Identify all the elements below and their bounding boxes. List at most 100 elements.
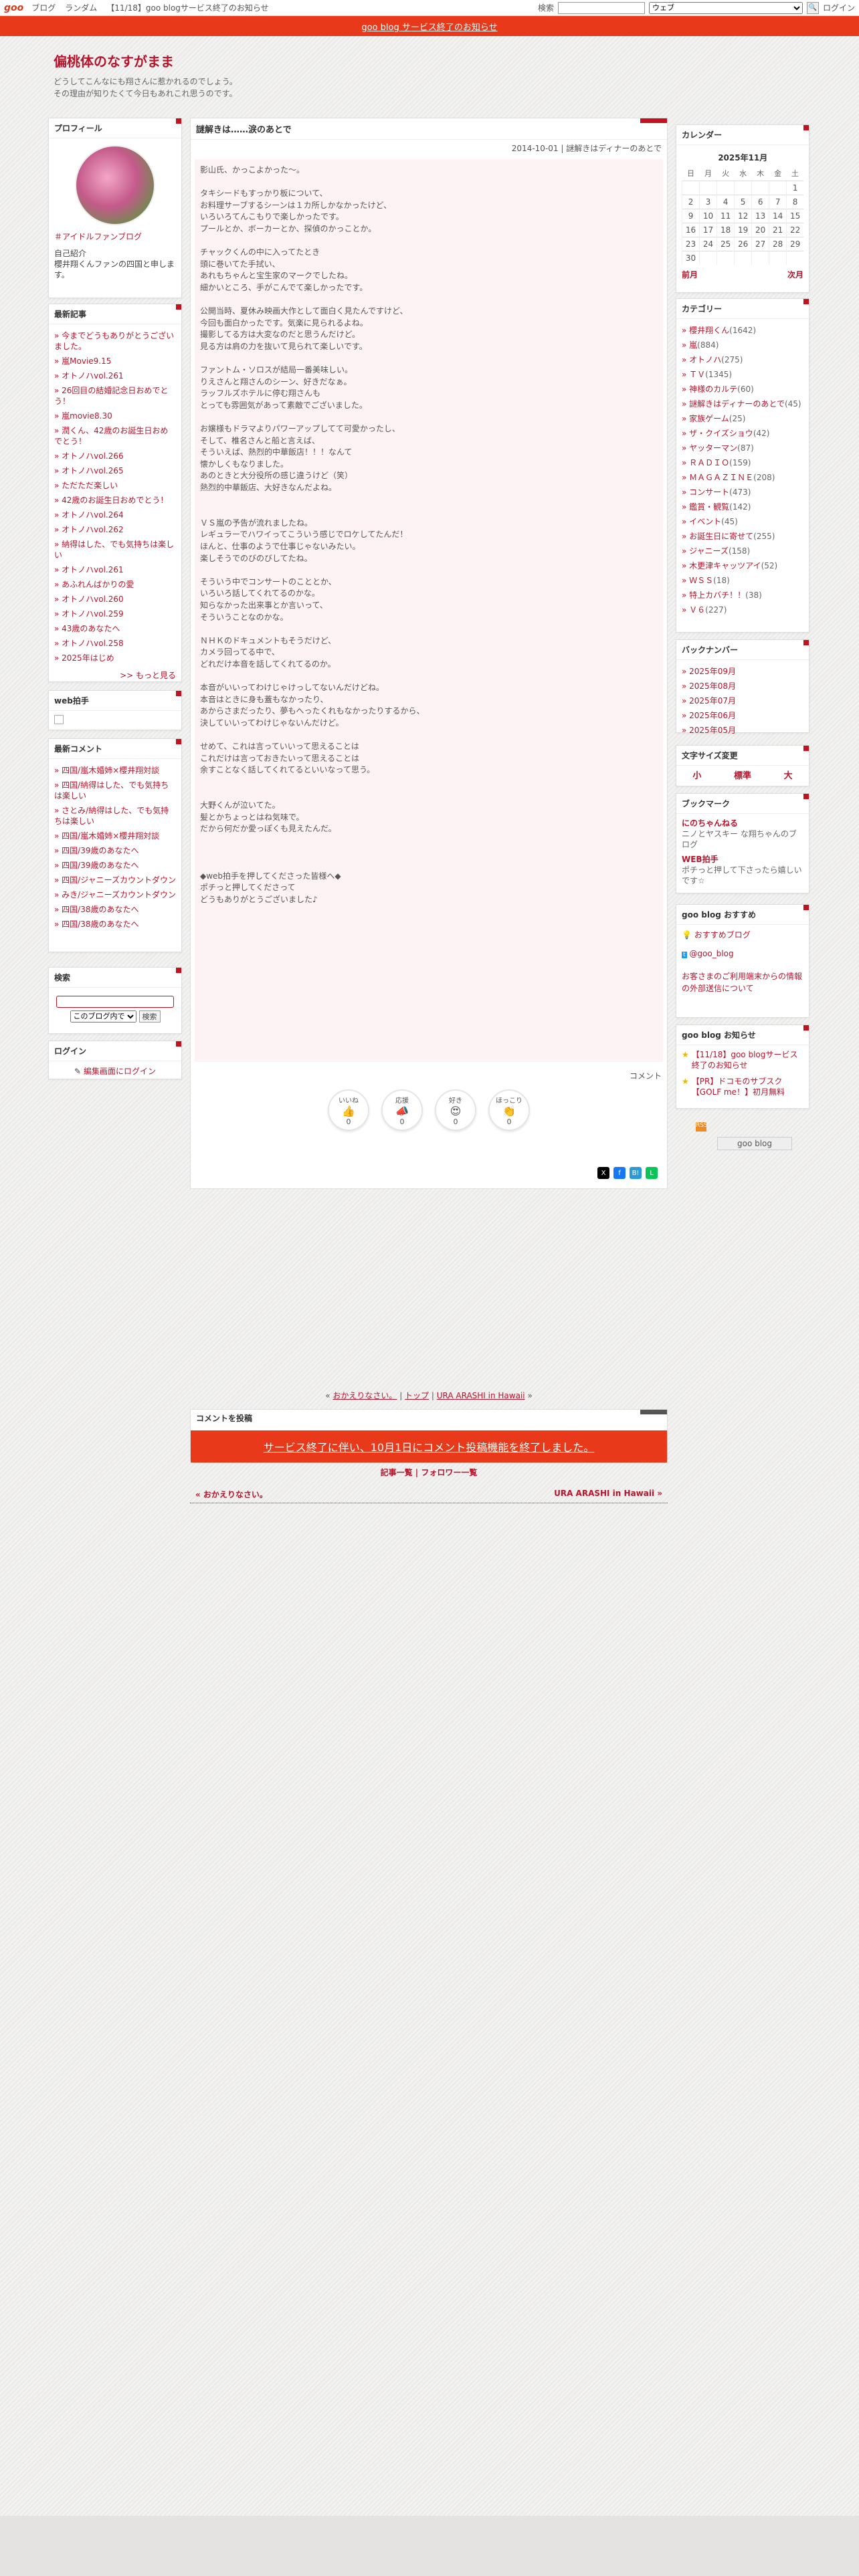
top-link[interactable]: トップ [405, 1391, 429, 1400]
nav-blog[interactable]: ブログ [31, 2, 56, 13]
category-item[interactable]: 櫻井翔くん(1642) [682, 323, 803, 338]
calendar-day[interactable]: 22 [786, 223, 803, 237]
recent-comment-item[interactable]: 四国/38歳のあなたへ [54, 917, 176, 932]
prev-link[interactable]: « おかえりなさい。 [195, 1489, 268, 1500]
recent-comment-item[interactable]: さとみ/納得はした、でも気持ちは楽しい [54, 803, 176, 829]
calendar-day[interactable]: 5 [734, 195, 752, 209]
login-link[interactable]: ログイン [823, 2, 855, 13]
recent-post-item[interactable]: 42歳のお誕生日おめでとう！ [54, 493, 176, 508]
reaction-button[interactable]: いいね 👍 0 [328, 1089, 369, 1131]
category-item[interactable]: 鑑賞・観覧(142) [682, 500, 803, 514]
search-input[interactable] [557, 1, 645, 14]
external-transmission-link[interactable]: お客さまのご利用端末からの情報の外部送信について [682, 970, 803, 994]
category-item[interactable]: ジャニーズ(158) [682, 544, 803, 558]
search-icon[interactable]: 🔍 [806, 1, 819, 14]
category-item[interactable]: オトノハ(275) [682, 352, 803, 367]
recent-post-item[interactable]: 嵐Movie9.15 [54, 354, 176, 368]
calendar-day[interactable]: 27 [751, 237, 769, 251]
category-item[interactable]: 神様のカルテ(60) [682, 382, 803, 397]
font-normal-button[interactable]: 標準 [734, 768, 751, 781]
recent-post-item[interactable]: あふれんばかりの愛 [54, 577, 176, 592]
category-item[interactable]: ＷＳＳ(18) [682, 573, 803, 588]
calendar-day[interactable]: 18 [717, 223, 735, 237]
notice-2-link[interactable]: 【PR】ドコモのサブスク【GOLF me！】初月無料 [692, 1076, 803, 1097]
more-link[interactable]: >> もっと見る [54, 669, 176, 681]
recent-post-item[interactable]: オトノハvol.258 [54, 636, 176, 651]
calendar-day[interactable]: 24 [699, 237, 717, 251]
comment-link[interactable]: コメント [191, 1065, 667, 1087]
broken-image-icon[interactable] [54, 715, 64, 724]
recent-post-item[interactable]: オトノハvol.266 [54, 449, 176, 463]
calendar-day[interactable]: 3 [699, 195, 717, 209]
category-item[interactable]: ＴＶ(1345) [682, 367, 803, 382]
recent-comment-item[interactable]: 四国/39歳のあなたへ [54, 843, 176, 858]
bookmark-2-link[interactable]: WEB拍手 [682, 854, 803, 865]
category-item[interactable]: ヤッターマン(87) [682, 441, 803, 455]
calendar-day[interactable]: 20 [751, 223, 769, 237]
post-meta[interactable]: 2014-10-01 | 謎解きはディナーのあとで [191, 140, 667, 156]
goo-blog-badge[interactable]: goo blog [717, 1137, 792, 1150]
calendar-day[interactable]: 29 [786, 237, 803, 251]
line-share-icon[interactable]: L [646, 1167, 658, 1179]
recent-post-item[interactable]: オトノハvol.261 [54, 368, 176, 383]
calendar-day[interactable]: 16 [681, 223, 700, 237]
recent-comment-item[interactable]: 四国/嵐木婚姉×櫻井翔対談 [54, 829, 176, 843]
calendar-day[interactable]: 28 [769, 237, 787, 251]
font-small-button[interactable]: 小 [692, 768, 701, 781]
nav-random[interactable]: ランダム [65, 2, 97, 13]
calendar-day[interactable]: 25 [717, 237, 735, 251]
category-item[interactable]: 嵐(884) [682, 338, 803, 352]
next-link[interactable]: URA ARASHI in Hawaii » [554, 1489, 662, 1500]
calendar-day[interactable]: 19 [734, 223, 752, 237]
recent-comment-item[interactable]: 四国/嵐木婚姉×櫻井翔対談 [54, 763, 176, 778]
category-item[interactable]: 木更津キャッツアイ(52) [682, 558, 803, 573]
recent-post-item[interactable]: オトノハvol.265 [54, 463, 176, 478]
blog-search-button[interactable]: 検索 [138, 1010, 161, 1023]
calendar-day[interactable]: 26 [734, 237, 752, 251]
recent-post-item[interactable]: オトノハvol.260 [54, 592, 176, 607]
category-item[interactable]: お誕生日に寄せて(255) [682, 529, 803, 544]
recent-post-item[interactable]: 今までどうもありがとうございました。 [54, 328, 176, 354]
category-item[interactable]: 謎解きはディナーのあとで(45) [682, 397, 803, 411]
calendar-day[interactable]: 30 [681, 251, 700, 265]
bookmark-1-link[interactable]: にのちゃんねる [682, 818, 803, 829]
calendar-day[interactable]: 4 [717, 195, 735, 209]
recent-post-item[interactable]: ただただ楽しい [54, 478, 176, 493]
recent-post-item[interactable]: 潤くん、42歳のお誕生日おめでとう！ [54, 423, 176, 449]
recent-post-item[interactable]: オトノハvol.261 [54, 562, 176, 577]
calendar-day[interactable]: 17 [699, 223, 717, 237]
comment-ended-notice[interactable]: サービス終了に伴い、10月1日にコメント投稿機能を終了しました。 [191, 1430, 667, 1463]
reaction-button[interactable]: ほっこり 👏 0 [488, 1089, 530, 1131]
backnumber-item[interactable]: 2025年05月 [682, 723, 803, 738]
recent-comment-item[interactable]: 四国/39歳のあなたへ [54, 858, 176, 873]
calendar-day[interactable]: 6 [751, 195, 769, 209]
backnumber-item[interactable]: 2025年08月 [682, 679, 803, 693]
blog-search-input[interactable] [56, 996, 174, 1008]
fan-blog-link[interactable]: ＃アイドルファンブログ [54, 231, 176, 242]
calendar-day[interactable]: 11 [717, 209, 735, 223]
service-end-banner[interactable]: goo blog サービス終了のお知らせ [0, 16, 859, 36]
category-item[interactable]: イベント(45) [682, 514, 803, 529]
recent-post-item[interactable]: オトノハvol.259 [54, 607, 176, 621]
calendar-day[interactable]: 2 [681, 195, 700, 209]
recommend-blog-link[interactable]: おすすめブログ [694, 930, 751, 940]
recent-post-item[interactable]: 嵐movie8.30 [54, 409, 176, 423]
recent-post-item[interactable]: 26回目の結婚記念日おめでとう！ [54, 383, 176, 409]
backnumber-item[interactable]: 2025年07月 [682, 693, 803, 708]
recent-post-item[interactable]: オトノハvol.262 [54, 522, 176, 537]
facebook-share-icon[interactable]: f [613, 1167, 626, 1179]
calendar-day[interactable]: 1 [786, 181, 803, 195]
nav-notice[interactable]: 【11/18】goo blogサービス終了のお知らせ [106, 2, 268, 13]
goo-blog-twitter-link[interactable]: @goo_blog [689, 949, 733, 958]
calendar-day[interactable]: 21 [769, 223, 787, 237]
next-post-link[interactable]: URA ARASHI in Hawaii [437, 1391, 525, 1400]
calendar-day[interactable]: 7 [769, 195, 787, 209]
backnumber-item[interactable]: 2025年06月 [682, 708, 803, 723]
calendar-day[interactable]: 9 [681, 209, 700, 223]
category-item[interactable]: ＭＡＧＡＺＩＮＥ(208) [682, 470, 803, 485]
recent-comment-item[interactable]: 四国/ジャニーズカウントダウン [54, 873, 176, 887]
category-item[interactable]: コンサート(473) [682, 485, 803, 500]
font-large-button[interactable]: 大 [784, 768, 793, 781]
reaction-button[interactable]: 応援 📣 0 [381, 1089, 423, 1131]
list-links[interactable]: 記事一覧 | フォロワー一覧 [190, 1467, 668, 1478]
